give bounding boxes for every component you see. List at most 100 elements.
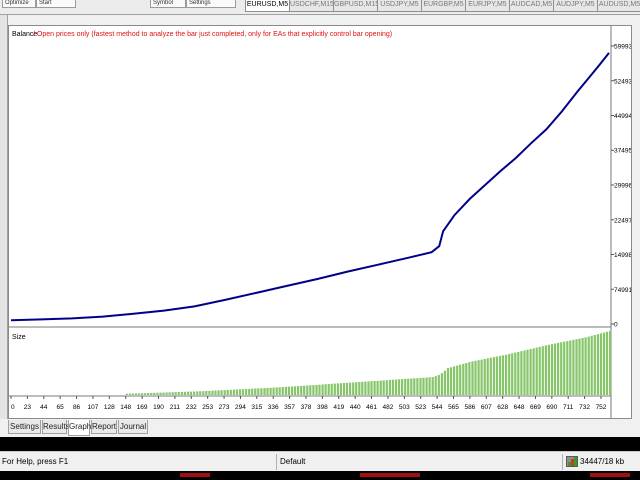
size-bar [465,363,468,395]
size-bar [220,390,223,395]
status-bar: For Help, press F1 Default 34447/18 kb [0,451,640,472]
size-bar [312,385,315,395]
size-bar [193,391,196,395]
size-bar [186,391,190,395]
size-bar [401,379,404,395]
size-bar [336,383,339,395]
symbol-properties-button[interactable]: Symbol [150,0,186,8]
x-tick-label: 128 [104,404,115,411]
size-bar [382,380,385,395]
size-bar [514,352,517,395]
size-bar [205,391,208,395]
model-note: / Open prices only (fastest method to an… [33,31,392,38]
size-bar [370,381,373,395]
size-bar [584,337,587,395]
status-traffic: 34447/18 kb [580,457,625,466]
tab-graph[interactable]: Graph [68,420,91,436]
symbol-tab[interactable]: USDJPY,M5 [377,0,422,12]
x-tick-label: 44 [40,404,48,411]
size-bar [223,390,226,395]
x-tick-label: 628 [497,404,508,411]
size-bar [150,392,153,395]
size-bar [131,393,134,395]
x-tick-label: 752 [596,404,607,411]
size-bar [407,378,410,395]
status-separator [276,454,277,470]
size-bar [330,383,333,395]
optimize-checkbox[interactable]: Optimize [2,0,36,8]
window-gap [0,437,640,451]
expert-settings-button[interactable]: Settings [186,0,236,8]
size-bar [137,393,141,395]
tab-settings[interactable]: Settings [8,420,41,434]
size-bar [367,381,370,395]
symbol-tab[interactable]: GBPUSD,M15 [333,0,378,12]
size-bar [254,388,257,395]
size-bar [269,387,272,395]
symbol-tab[interactable]: USDCHF,M15 [289,0,334,12]
size-bar [505,354,508,395]
symbol-tab[interactable]: EURUSD,M5 [245,0,290,12]
x-tick-label: 253 [202,404,213,411]
symbol-tab[interactable]: EURJPY,M5 [465,0,510,12]
size-bar [168,392,171,395]
taskbar-strip [0,471,640,480]
tab-report[interactable]: Report [91,420,117,434]
symbol-tab[interactable]: AUDCAD,M5 [509,0,554,12]
x-tick-label: 273 [219,404,230,411]
symbol-tab[interactable]: EURGBP,M5 [421,0,466,12]
x-tick-label: 461 [366,404,377,411]
size-bar [394,379,398,395]
size-bar [529,349,532,395]
size-bar [553,343,557,395]
size-bar [434,376,437,395]
size-bar [156,392,159,395]
x-tick-label: 482 [383,404,394,411]
size-bar [281,387,284,395]
size-bar [385,380,388,395]
x-tick-label: 169 [137,404,148,411]
size-bar [605,331,609,395]
y-tick-label: 299965 [614,183,631,190]
x-tick-label: 690 [546,404,557,411]
size-bar [306,385,309,395]
size-bar [523,350,526,395]
size-bar [508,354,511,395]
x-tick-label: 357 [284,404,295,411]
x-tick-label: 607 [481,404,492,411]
size-bar [202,391,205,395]
size-bar [321,384,324,395]
left-scroll-strip [0,15,8,419]
balance-chart: 0 74991 149983 224974 299965 374957 449948 5249… [9,26,631,418]
size-bar [260,388,263,395]
size-bar [376,380,379,395]
size-bar [486,358,489,395]
start-button[interactable]: Start [36,0,76,8]
size-bar [431,377,434,395]
tab-journal[interactable]: Journal [118,420,148,434]
x-tick-label: 419 [333,404,344,411]
size-bar [293,386,297,395]
size-bar [144,393,147,395]
size-bar [437,375,440,395]
size-bar [211,390,214,395]
size-bar [324,384,327,395]
size-bar [511,353,514,395]
x-tick-label: 0 [11,404,15,411]
symbol-tab[interactable]: AUDUSD,M5 [597,0,640,12]
size-bar [349,382,352,395]
size-bar [474,360,477,395]
connection-bars-icon [566,456,578,467]
x-tick-label: 148 [120,404,131,411]
y-tick-label: 374957 [614,148,631,155]
x-tick-label: 65 [57,404,65,411]
symbol-tab[interactable]: AUDJPY,M5 [553,0,598,12]
size-bar [388,379,391,395]
tab-results[interactable]: Results [42,420,70,434]
size-bar [453,366,456,395]
size-bar [397,379,401,395]
size-bar [245,389,248,395]
size-bar [180,391,183,395]
x-tick-label: 669 [530,404,541,411]
size-bar [199,391,202,395]
